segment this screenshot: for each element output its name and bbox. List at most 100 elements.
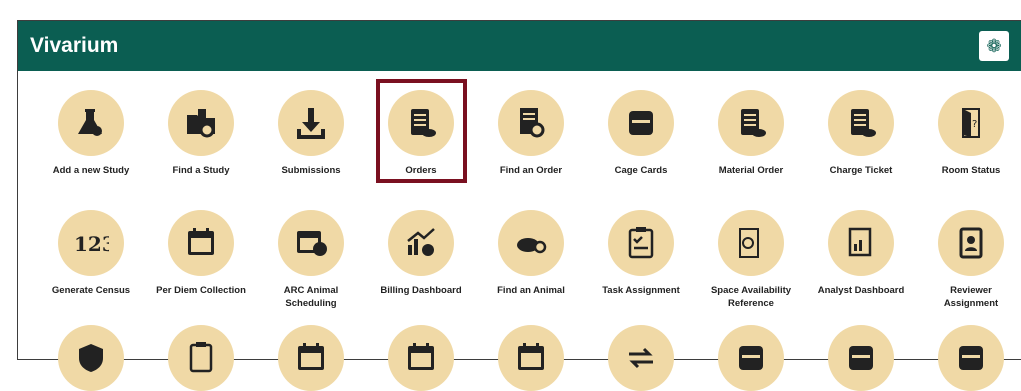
mouse-search-icon (517, 238, 547, 254)
vivarium-panel: Vivarium ❁ (17, 20, 1021, 360)
tile-charge-ticket[interactable]: Charge Ticket (806, 90, 916, 177)
tile-icon-circle[interactable] (498, 325, 564, 391)
tile-material-order[interactable]: Material Order (696, 90, 806, 177)
card-icon (959, 346, 983, 370)
tile-label[interactable]: Cage Cards (586, 164, 696, 177)
tile-icon-circle[interactable] (58, 325, 124, 391)
tile-row3-6[interactable] (586, 325, 696, 391)
svg-text:?: ? (972, 119, 977, 130)
tile-label[interactable]: Per Diem Collection (146, 284, 256, 297)
tile-room-status[interactable]: ? Room Status (916, 90, 1021, 177)
tile-icon-circle[interactable] (58, 90, 124, 156)
tile-label[interactable]: Find an Order (476, 164, 586, 177)
clipboard-icon (189, 342, 213, 373)
download-icon (297, 108, 325, 139)
tile-row3-4[interactable] (366, 325, 476, 391)
door-question-icon: ? (962, 108, 980, 138)
tile-arc-animal-scheduling[interactable]: ARC Animal Scheduling (256, 210, 366, 310)
tile-task-assignment[interactable]: Task Assignment (586, 210, 696, 297)
tile-label[interactable]: ARC Animal Scheduling (256, 284, 366, 310)
tile-label[interactable]: Find an Animal (476, 284, 586, 297)
calendar-icon (408, 343, 434, 370)
flask-mouse-icon (78, 109, 102, 136)
calendar-clock-icon (297, 231, 327, 256)
tile-row3-7[interactable] (696, 325, 806, 391)
tile-icon-circle[interactable] (938, 325, 1004, 391)
tile-row3-1[interactable] (36, 325, 146, 391)
clipboard-check-icon (628, 227, 654, 259)
tile-per-diem-collection[interactable]: Per Diem Collection (146, 210, 256, 297)
tile-row3-8[interactable] (806, 325, 916, 391)
tile-find-an-animal[interactable]: Find an Animal (476, 210, 586, 297)
tile-icon-circle[interactable] (278, 210, 344, 276)
tile-icon-circle[interactable] (608, 210, 674, 276)
svg-text:123: 123 (74, 232, 109, 256)
document-search-icon (520, 108, 545, 138)
tile-icon-circle[interactable] (828, 210, 894, 276)
card-icon (739, 346, 763, 370)
tile-icon-circle[interactable] (278, 90, 344, 156)
settings-button[interactable]: ❁ (979, 31, 1009, 61)
tile-icon-circle[interactable] (828, 90, 894, 156)
card-icon (629, 111, 653, 135)
tile-icon-circle[interactable] (168, 210, 234, 276)
calendar-icon (188, 228, 214, 255)
gear-icon: ❁ (986, 35, 1002, 56)
id-badge-icon (959, 227, 983, 259)
tile-label[interactable]: Room Status (916, 164, 1021, 177)
tile-row3-5[interactable] (476, 325, 586, 391)
tile-row3-3[interactable] (256, 325, 366, 391)
tile-reviewer-assignment[interactable]: Reviewer Assignment (916, 210, 1021, 310)
tile-submissions[interactable]: Submissions (256, 90, 366, 177)
folder-search-icon (187, 109, 215, 138)
calendar-icon (518, 343, 544, 370)
tile-label[interactable]: Generate Census (36, 284, 146, 297)
shield-icon (79, 344, 103, 372)
tile-analyst-dashboard[interactable]: Analyst Dashboard (806, 210, 916, 297)
tile-label[interactable]: Material Order (696, 164, 806, 177)
selected-highlight (376, 79, 467, 183)
tile-space-availability-reference[interactable]: Space Availability Reference (696, 210, 806, 310)
tile-icon-circle[interactable] (608, 90, 674, 156)
tile-add-a-new-study[interactable]: Add a new Study (36, 90, 146, 177)
tile-icon-circle[interactable] (168, 325, 234, 391)
tile-label[interactable]: Analyst Dashboard (806, 284, 916, 297)
tile-label[interactable]: Task Assignment (586, 284, 696, 297)
tile-icon-circle[interactable] (278, 325, 344, 391)
tile-row3-9[interactable] (916, 325, 1021, 391)
tile-icon-circle[interactable] (168, 90, 234, 156)
tile-find-an-order[interactable]: Find an Order (476, 90, 586, 177)
tile-label[interactable]: Find a Study (146, 164, 256, 177)
clipboard-mouse-icon (851, 109, 876, 137)
tile-label[interactable]: Add a new Study (36, 164, 146, 177)
tile-generate-census[interactable]: 123 Generate Census (36, 210, 146, 297)
tile-icon-circle[interactable] (718, 90, 784, 156)
tile-icon-circle[interactable] (718, 325, 784, 391)
tile-cage-cards[interactable]: Cage Cards (586, 90, 696, 177)
tile-row3-2[interactable] (146, 325, 256, 391)
tile-icon-circle[interactable] (608, 325, 674, 391)
tile-icon-circle[interactable] (388, 325, 454, 391)
tile-label[interactable]: Submissions (256, 164, 366, 177)
chart-money-icon (407, 228, 435, 256)
card-icon (849, 346, 873, 370)
tile-label[interactable]: Billing Dashboard (366, 284, 476, 297)
tile-icon-circle[interactable]: ? (938, 90, 1004, 156)
tile-find-a-study[interactable]: Find a Study (146, 90, 256, 177)
tile-icon-circle[interactable] (388, 210, 454, 276)
tile-icon-circle[interactable] (718, 210, 784, 276)
panel-header: Vivarium ❁ (18, 21, 1021, 71)
page-title: Vivarium (30, 34, 119, 57)
tile-icon-circle[interactable]: 123 (58, 210, 124, 276)
tile-label[interactable]: Space Availability Reference (696, 284, 806, 310)
tile-billing-dashboard[interactable]: Billing Dashboard (366, 210, 476, 297)
tile-icon-circle[interactable] (498, 90, 564, 156)
tile-label[interactable]: Charge Ticket (806, 164, 916, 177)
calendar-icon (298, 343, 324, 370)
tile-label[interactable]: Reviewer Assignment (916, 284, 1021, 310)
door-search-icon (739, 228, 759, 258)
tile-icon-circle[interactable] (498, 210, 564, 276)
tile-icon-circle[interactable] (938, 210, 1004, 276)
report-chart-icon (848, 227, 872, 257)
tile-icon-circle[interactable] (828, 325, 894, 391)
